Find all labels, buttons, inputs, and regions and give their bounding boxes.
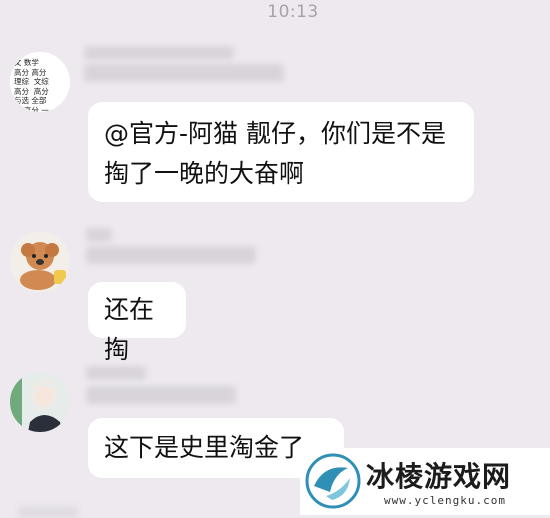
watermark-title: 冰棱游戏网 bbox=[366, 460, 512, 493]
sender-name-blurred bbox=[86, 366, 146, 380]
avatar-user-1[interactable]: 文 数学 高分 高分 理综 文综 高分 高分 与选 全部 分 高分 一 bbox=[10, 52, 70, 112]
message-bubble-1[interactable]: @官方-阿猫 靓仔，你们是不是掏了一晚的大奋啊 bbox=[88, 102, 474, 202]
girl-avatar-icon bbox=[10, 372, 70, 432]
sender-name-blurred bbox=[84, 64, 284, 82]
watermark-url[interactable]: www.yclengku.com bbox=[384, 494, 506, 507]
status-time: 10:13 bbox=[267, 2, 319, 22]
message-text: 这下是史里淘金了 bbox=[104, 433, 305, 462]
sender-name-blurred bbox=[86, 228, 112, 242]
ice-crystal-logo-icon bbox=[305, 453, 361, 509]
message-bubble-2[interactable]: 还在掏 bbox=[88, 282, 186, 364]
message-text: @官方-阿猫 靓仔，你们是不是掏了一晚的大奋啊 bbox=[104, 119, 446, 188]
sender-name-blurred bbox=[84, 46, 234, 60]
dog-avatar-icon bbox=[10, 232, 70, 292]
message-text: 还在掏 bbox=[104, 295, 155, 364]
avatar-text: 文 数学 高分 高分 理综 文综 高分 高分 与选 全部 分 高分 一 bbox=[14, 58, 49, 112]
sender-name-blurred bbox=[86, 386, 236, 404]
avatar-user-2[interactable] bbox=[10, 232, 70, 292]
partial-avatar-blurred bbox=[18, 506, 78, 518]
avatar-user-3[interactable] bbox=[10, 372, 70, 432]
sender-name-blurred bbox=[86, 246, 256, 264]
